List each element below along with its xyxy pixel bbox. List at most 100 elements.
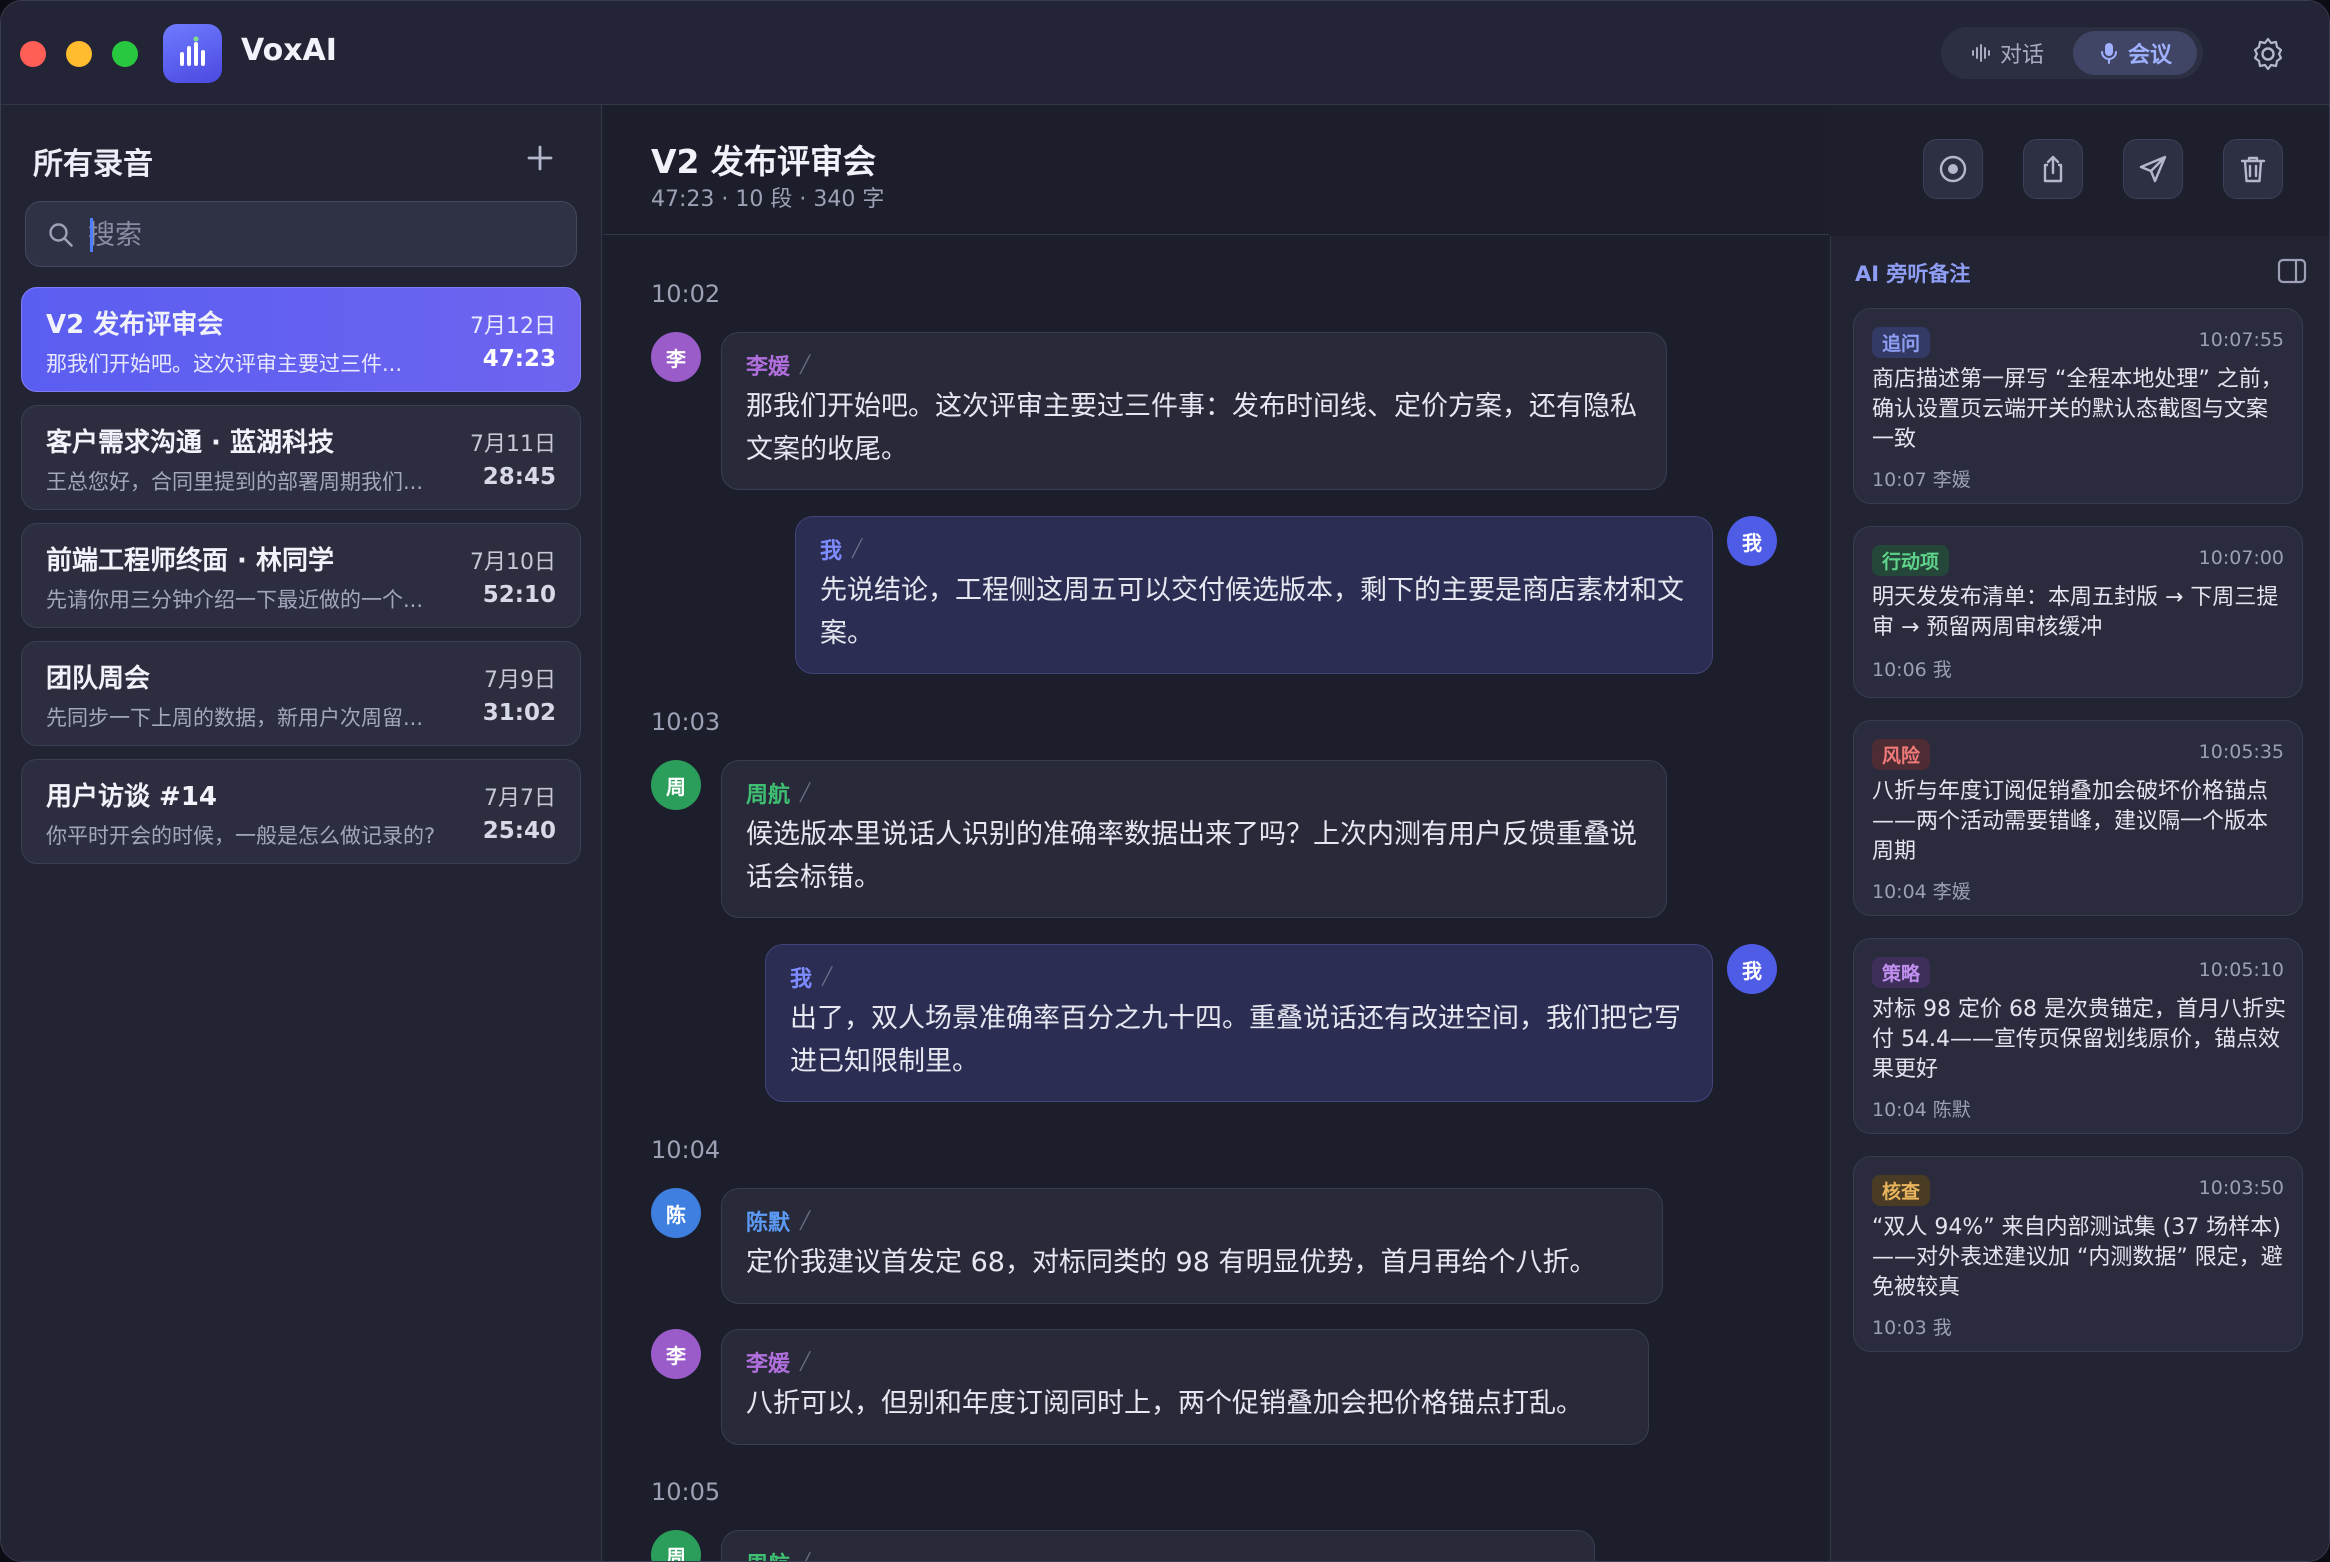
waveform-icon xyxy=(1971,44,1990,62)
message-bubble[interactable]: 李媛 ╱ 八折可以，但别和年度订阅同时上，两个促销叠加会把价格锚点打乱。 xyxy=(721,1329,1649,1445)
message-bubble[interactable]: 陈默 ╱ 定价我建议首发定 68，对标同类的 98 有明显优势，首月再给个八折。 xyxy=(721,1188,1663,1304)
delete-button[interactable] xyxy=(2223,139,2283,199)
ai-panel-title: AI 旁听备注 xyxy=(1855,262,1971,286)
recording-date: 7月11日 xyxy=(470,432,556,457)
recording-preview: 先同步一下上周的数据，新用户次周留... xyxy=(46,706,424,730)
app-logo-icon xyxy=(163,24,222,83)
ai-notes-panel: AI 旁听备注 追问 10:07:55 商店描述第一屏写 “全程本地处理” 之前… xyxy=(1830,236,2329,1561)
message-bubble[interactable]: 我 ╱ 先说结论，工程侧这周五可以交付候选版本，剩下的主要是商店素材和文案。 xyxy=(795,516,1713,674)
ai-note-card[interactable]: 策略 10:05:10 对标 98 定价 68 是次贵锚定，首月八折实付 54.… xyxy=(1853,938,2303,1134)
recording-date: 7月10日 xyxy=(470,550,556,575)
recording-duration: 25:40 xyxy=(482,818,556,844)
avatar: 我 xyxy=(1727,944,1777,994)
pencil-icon[interactable]: ╱ xyxy=(800,783,810,803)
search-icon xyxy=(49,223,73,247)
recording-item[interactable]: 客户需求沟通 · 蓝湖科技 7月11日 王总您好，合同里提到的部署周期我们...… xyxy=(21,405,581,510)
recording-date: 7月12日 xyxy=(470,314,556,339)
pencil-icon[interactable]: ╱ xyxy=(852,539,862,559)
microphone-icon xyxy=(2100,43,2117,64)
recording-title: 前端工程师终面 · 林同学 xyxy=(46,546,334,576)
gear-icon[interactable] xyxy=(2249,35,2287,73)
avatar: 周 xyxy=(651,760,701,810)
record-button[interactable] xyxy=(1923,139,1983,199)
note-tag: 追问 xyxy=(1872,327,1931,358)
note-time: 10:07:55 xyxy=(2198,329,2284,351)
time-mark: 10:05 xyxy=(651,1478,721,1506)
speaker-name: 李媛 ╱ xyxy=(746,349,810,381)
time-mark: 10:03 xyxy=(651,708,721,736)
meeting-meta: 47:23 · 10 段 · 340 字 xyxy=(651,187,885,212)
recordings-list: V2 发布评审会 7月12日 那我们开始吧。这次评审主要过三件... 47:23… xyxy=(21,287,581,877)
pencil-icon[interactable]: ╱ xyxy=(822,967,832,987)
note-meta: 10:03 我 xyxy=(1872,1317,1952,1339)
recording-title: 用户访谈 #14 xyxy=(46,782,218,812)
note-text: 商店描述第一屏写 “全程本地处理” 之前，确认设置页云端开关的默认态截图与文案一… xyxy=(1872,367,2283,452)
recording-preview: 王总您好，合同里提到的部署周期我们... xyxy=(46,470,424,494)
recording-item[interactable]: 用户访谈 #14 7月7日 你平时开会的时候，一般是怎么做记录的? 25:40 xyxy=(21,759,581,864)
recording-date: 7月7日 xyxy=(484,786,556,811)
message-text: 出了，双人场景准确率百分之九十四。重叠说话还有改进空间，我们把它写进已知限制里。 xyxy=(790,1003,1681,1077)
pencil-icon[interactable]: ╱ xyxy=(800,355,810,375)
meeting-main: V2 发布评审会 47:23 · 10 段 · 340 字 10:02 李 李媛… xyxy=(603,105,2283,1561)
message-text: 八折可以，但别和年度订阅同时上，两个促销叠加会把价格锚点打乱。 xyxy=(746,1388,1583,1419)
message-bubble[interactable]: 李媛 ╱ 那我们开始吧。这次评审主要过三件事：发布时间线、定价方案，还有隐私文案的… xyxy=(721,332,1667,490)
transcript: 10:02 李 李媛 ╱ 那我们开始吧。这次评审主要过三件事：发布时间线、定价方案… xyxy=(603,236,1829,1561)
recording-title: 客户需求沟通 · 蓝湖科技 xyxy=(46,428,334,458)
mode-dialog-button[interactable]: 对话 xyxy=(1947,31,2067,75)
note-time: 10:05:10 xyxy=(2198,959,2284,981)
minimize-window-button[interactable] xyxy=(66,41,92,67)
note-time: 10:05:35 xyxy=(2198,741,2284,763)
note-meta: 10:04 李媛 xyxy=(1872,881,1971,903)
message-bubble[interactable]: 周航 ╱ 候选版本里说话人识别的准确率数据出来了吗？上次内测有用户反馈重叠说话会标… xyxy=(721,760,1667,918)
avatar: 李 xyxy=(651,332,701,382)
sidebar-toggle-icon[interactable] xyxy=(2277,258,2307,284)
record-icon xyxy=(1939,155,1967,183)
note-text: 八折与年度订阅促销叠加会破坏价格锚点——两个活动需要错峰，建议隔一个版本周期 xyxy=(1872,779,2269,864)
time-mark: 10:02 xyxy=(651,280,721,308)
plus-icon[interactable] xyxy=(523,141,557,175)
send-icon xyxy=(2139,155,2167,183)
search-input[interactable] xyxy=(88,210,558,260)
time-mark: 10:04 xyxy=(651,1136,721,1164)
note-text: “双人 94%” 来自内部测试集 (37 场样本)——对外表述建议加 “内测数据… xyxy=(1872,1215,2283,1300)
recording-item[interactable]: 团队周会 7月9日 先同步一下上周的数据，新用户次周留... 31:02 xyxy=(21,641,581,746)
mode-switch: 对话 会议 xyxy=(1941,27,2203,79)
pencil-icon[interactable]: ╱ xyxy=(800,1553,810,1561)
message-bubble[interactable]: 我 ╱ 出了，双人场景准确率百分之九十四。重叠说话还有改进空间，我们把它写进已知限… xyxy=(765,944,1713,1102)
recording-duration: 52:10 xyxy=(482,582,556,608)
recording-title: V2 发布评审会 xyxy=(46,310,224,340)
message-text: 候选版本里说话人识别的准确率数据出来了吗？上次内测有用户反馈重叠说话会标错。 xyxy=(746,819,1637,893)
mode-meeting-button[interactable]: 会议 xyxy=(2073,31,2197,75)
recording-duration: 28:45 xyxy=(482,464,556,490)
speaker-label: 我 xyxy=(790,967,813,992)
search-box xyxy=(25,201,577,267)
close-window-button[interactable] xyxy=(20,41,46,67)
pencil-icon[interactable]: ╱ xyxy=(800,1352,810,1372)
message-text: 先说结论，工程侧这周五可以交付候选版本，剩下的主要是商店素材和文案。 xyxy=(820,575,1684,649)
export-button[interactable] xyxy=(2023,139,2083,199)
note-tag: 行动项 xyxy=(1872,545,1950,576)
speaker-label: 周航 xyxy=(746,783,791,808)
ai-note-card[interactable]: 核查 10:03:50 “双人 94%” 来自内部测试集 (37 场样本)——对… xyxy=(1853,1156,2303,1352)
speaker-name: 陈默 ╱ xyxy=(746,1205,810,1237)
speaker-name: 我 ╱ xyxy=(790,961,832,993)
recording-preview: 那我们开始吧。这次评审主要过三件... xyxy=(46,352,403,376)
pencil-icon[interactable]: ╱ xyxy=(800,1211,810,1231)
meeting-title: V2 发布评审会 xyxy=(651,142,876,181)
speaker-label: 周航 xyxy=(746,1547,790,1561)
recordings-sidebar: 所有录音 V2 发布评审会 7月12日 那我们开始吧。这次评审主要过三件... … xyxy=(1,105,602,1561)
recording-item[interactable]: 前端工程师终面 · 林同学 7月10日 先请你用三分钟介绍一下最近做的一个...… xyxy=(21,523,581,628)
recording-duration: 47:23 xyxy=(482,346,556,372)
note-tag: 核查 xyxy=(1872,1175,1931,1206)
ai-note-card[interactable]: 追问 10:07:55 商店描述第一屏写 “全程本地处理” 之前，确认设置页云端… xyxy=(1853,308,2303,504)
note-meta: 10:04 陈默 xyxy=(1872,1099,1971,1121)
send-button[interactable] xyxy=(2123,139,2183,199)
ai-note-card[interactable]: 行动项 10:07:00 明天发发布清单：本周五封版 → 下周三提审 → 预留两… xyxy=(1853,526,2303,698)
message-bubble[interactable]: 周航 ╱ xyxy=(721,1530,1595,1561)
zoom-window-button[interactable] xyxy=(112,41,138,67)
note-tag: 风险 xyxy=(1872,739,1931,770)
avatar: 我 xyxy=(1727,516,1777,566)
ai-note-card[interactable]: 风险 10:05:35 八折与年度订阅促销叠加会破坏价格锚点——两个活动需要错峰… xyxy=(1853,720,2303,916)
recording-item[interactable]: V2 发布评审会 7月12日 那我们开始吧。这次评审主要过三件... 47:23 xyxy=(21,287,581,392)
note-meta: 10:06 我 xyxy=(1872,659,1952,681)
